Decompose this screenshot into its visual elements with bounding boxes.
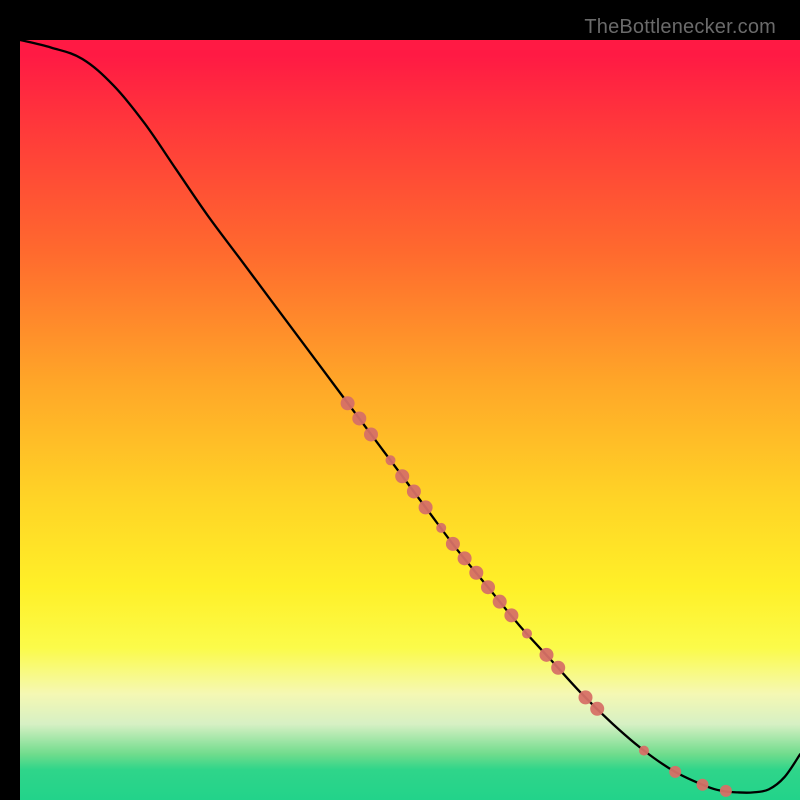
hardware-marker bbox=[341, 396, 355, 410]
hardware-marker bbox=[669, 766, 681, 778]
hardware-marker bbox=[458, 551, 472, 565]
hardware-marker bbox=[697, 779, 709, 791]
chart-svg bbox=[20, 40, 800, 800]
hardware-marker bbox=[579, 690, 593, 704]
hardware-marker bbox=[469, 566, 483, 580]
hardware-marker bbox=[504, 608, 518, 622]
hardware-marker bbox=[407, 484, 421, 498]
hardware-marker bbox=[446, 537, 460, 551]
hardware-marker bbox=[481, 580, 495, 594]
plot-area bbox=[20, 40, 800, 800]
hardware-marker bbox=[419, 500, 433, 514]
hardware-marker bbox=[540, 648, 554, 662]
hardware-marker bbox=[590, 702, 604, 716]
hardware-marker bbox=[364, 427, 378, 441]
attribution-label: TheBottlenecker.com bbox=[584, 16, 776, 39]
hardware-marker bbox=[522, 629, 532, 639]
hardware-marker bbox=[720, 785, 732, 797]
hardware-marker bbox=[493, 595, 507, 609]
chart-frame: TheBottlenecker.com bbox=[10, 10, 790, 790]
hardware-marker bbox=[395, 469, 409, 483]
hardware-marker bbox=[551, 661, 565, 675]
hardware-marker bbox=[352, 411, 366, 425]
hardware-marker bbox=[639, 746, 649, 756]
hardware-markers bbox=[341, 396, 732, 797]
bottleneck-curve bbox=[20, 40, 800, 793]
hardware-marker bbox=[436, 523, 446, 533]
hardware-marker bbox=[386, 455, 396, 465]
